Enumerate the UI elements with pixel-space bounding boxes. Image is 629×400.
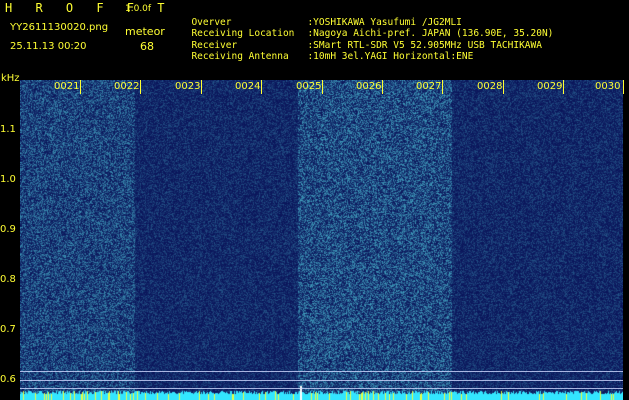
spectrogram-canvas	[20, 80, 623, 400]
time-tick	[140, 80, 141, 94]
time-tick-label: 0022	[114, 81, 140, 92]
y-tick-label: 0.9	[0, 224, 16, 235]
meteor-label: meteor	[125, 25, 165, 38]
y-tick-label: 1.1	[0, 124, 16, 135]
time-tick-label: 0023	[175, 81, 201, 92]
time-tick	[80, 80, 81, 94]
timestamp: 25.11.13 00:20	[10, 41, 87, 52]
reference-line	[20, 388, 623, 389]
time-tick-label: 0027	[416, 81, 442, 92]
time-tick-label: 0021	[54, 81, 80, 92]
reference-line	[20, 380, 623, 381]
time-tick-label: 0026	[356, 81, 382, 92]
info-key: Receiving Antenna	[191, 51, 289, 62]
time-tick	[382, 80, 383, 94]
info-value: :10mH 3el.YAGI Horizontal:ENE	[307, 51, 474, 62]
reference-line	[20, 371, 623, 372]
time-tick-label: 0028	[477, 81, 503, 92]
y-axis-unit: kHz	[1, 73, 20, 84]
info-row-antenna: Receiving Antenna :10mH 3el.YAGI Horizont…	[180, 40, 473, 62]
time-tick	[623, 80, 624, 94]
y-tick-label: 0.8	[0, 274, 16, 285]
y-tick-label: 0.6	[0, 374, 16, 385]
time-tick	[261, 80, 262, 94]
file-name: YY2611130020.png	[10, 22, 109, 33]
time-tick-label: 0024	[235, 81, 261, 92]
time-tick	[322, 80, 323, 94]
meteor-count: 68	[140, 40, 154, 53]
time-tick	[201, 80, 202, 94]
time-tick	[442, 80, 443, 94]
time-tick-label: 0030	[595, 81, 621, 92]
y-tick-label: 1.0	[0, 174, 16, 185]
time-tick	[563, 80, 564, 94]
y-tick-label: 0.7	[0, 324, 16, 335]
version-label: 1.0.0f	[125, 4, 152, 14]
time-tick-label: 0025	[296, 81, 322, 92]
time-tick-label: 0029	[537, 81, 563, 92]
time-tick	[503, 80, 504, 94]
